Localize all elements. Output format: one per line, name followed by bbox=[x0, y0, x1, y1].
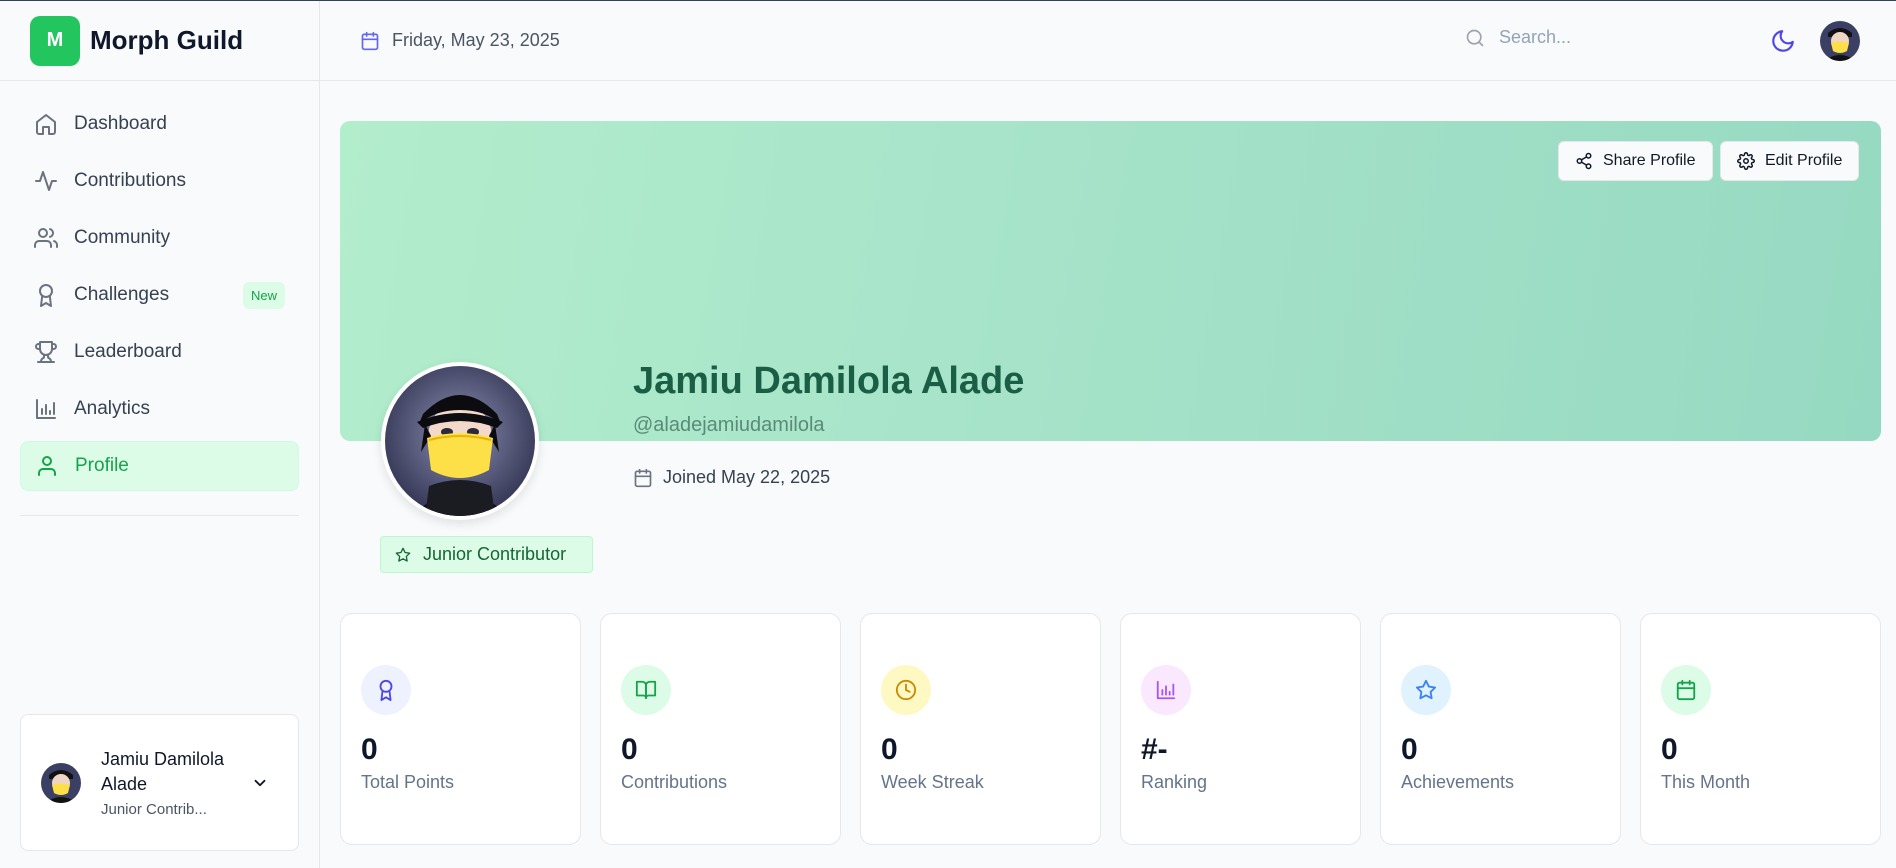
clock-icon bbox=[881, 665, 931, 715]
sidebar-item-label: Contributions bbox=[74, 170, 186, 191]
search-input[interactable] bbox=[1499, 27, 1739, 48]
user-menu[interactable]: Jamiu Damilola Alade Junior Contrib... bbox=[20, 714, 299, 851]
sidebar-item-label: Challenges bbox=[74, 284, 170, 305]
star-icon bbox=[395, 547, 411, 563]
stat-label: Ranking bbox=[1141, 772, 1208, 792]
sidebar-item-challenges[interactable]: Challenges New bbox=[20, 270, 299, 320]
users-icon bbox=[34, 226, 58, 250]
stat-label: This Month bbox=[1661, 772, 1751, 792]
brand[interactable]: M Morph Guild bbox=[0, 1, 319, 81]
share-profile-label: Share Profile bbox=[1603, 152, 1696, 169]
stat-label: Total Points bbox=[361, 772, 455, 792]
trophy-icon bbox=[34, 340, 58, 364]
share-icon bbox=[1575, 152, 1593, 170]
chevron-down-icon[interactable] bbox=[251, 774, 269, 792]
sidebar-item-label: Leaderboard bbox=[74, 341, 182, 362]
calendar-icon bbox=[633, 468, 653, 488]
activity-icon bbox=[34, 169, 58, 193]
calendar-icon bbox=[1661, 665, 1711, 715]
sidebar-nav: Dashboard Contributions Community Challe… bbox=[0, 81, 319, 491]
stat-card-contributions: 0 Contributions bbox=[600, 613, 841, 845]
rank-label: Junior Contributor bbox=[423, 544, 567, 564]
edit-profile-label: Edit Profile bbox=[1765, 152, 1843, 169]
sidebar-item-analytics[interactable]: Analytics bbox=[20, 384, 299, 434]
header-avatar[interactable] bbox=[1820, 21, 1860, 61]
date-text: Friday, May 23, 2025 bbox=[392, 30, 560, 50]
stat-card-ranking: #- Ranking bbox=[1120, 613, 1361, 845]
sidebar-item-contributions[interactable]: Contributions bbox=[20, 156, 299, 206]
avatar bbox=[41, 762, 81, 803]
stats-row: 0 Total Points 0 Contributions 0 Week St… bbox=[340, 613, 1881, 845]
sidebar-item-label: Analytics bbox=[74, 398, 151, 419]
user-icon bbox=[35, 454, 59, 478]
stat-card-total-points: 0 Total Points bbox=[340, 613, 581, 845]
share-profile-button[interactable]: Share Profile bbox=[1558, 141, 1713, 181]
sidebar: M Morph Guild Dashboard Contributions Co… bbox=[0, 1, 320, 868]
profile-handle: @aladejamiudamilola bbox=[633, 414, 825, 436]
sidebar-divider bbox=[20, 515, 299, 516]
sidebar-item-label: Dashboard bbox=[74, 113, 167, 134]
profile-banner: Share Profile Edit Profile bbox=[340, 121, 1881, 441]
profile-name: Jamiu Damilola Alade bbox=[633, 360, 1025, 402]
search-icon bbox=[1465, 28, 1485, 48]
profile-avatar[interactable] bbox=[381, 362, 539, 520]
top-header: Friday, May 23, 2025 bbox=[320, 1, 1896, 81]
stat-label: Contributions bbox=[621, 772, 728, 792]
star-icon bbox=[1401, 665, 1451, 715]
search-box[interactable] bbox=[1465, 27, 1739, 48]
joined-text: Joined May 22, 2025 bbox=[663, 467, 831, 487]
bar-chart-icon bbox=[1141, 665, 1191, 715]
book-open-icon bbox=[621, 665, 671, 715]
sidebar-item-leaderboard[interactable]: Leaderboard bbox=[20, 327, 299, 377]
stat-card-week-streak: 0 Week Streak bbox=[860, 613, 1101, 845]
sidebar-item-community[interactable]: Community bbox=[20, 213, 299, 263]
award-icon bbox=[361, 665, 411, 715]
user-name: Jamiu Damilola Alade bbox=[101, 749, 225, 794]
user-role: Junior Contrib... bbox=[101, 801, 207, 818]
stat-value: 0 bbox=[1401, 733, 1418, 766]
sidebar-item-label: Community bbox=[74, 227, 171, 248]
stat-label: Achievements bbox=[1401, 772, 1515, 792]
home-icon bbox=[34, 112, 58, 136]
award-icon bbox=[34, 283, 58, 307]
stat-value: 0 bbox=[881, 733, 898, 766]
stat-card-this-month: 0 This Month bbox=[1640, 613, 1881, 845]
stat-card-achievements: 0 Achievements bbox=[1380, 613, 1621, 845]
new-badge: New bbox=[242, 282, 285, 309]
moon-icon[interactable] bbox=[1770, 28, 1796, 54]
sidebar-item-dashboard[interactable]: Dashboard bbox=[20, 99, 299, 149]
rank-badge: Junior Contributor bbox=[380, 536, 593, 573]
stat-value: 0 bbox=[1661, 733, 1678, 766]
gear-icon bbox=[1737, 152, 1755, 170]
stat-value: 0 bbox=[621, 733, 638, 766]
stat-label: Week Streak bbox=[881, 772, 984, 792]
brand-logo: M bbox=[30, 15, 80, 66]
joined-date: Joined May 22, 2025 bbox=[633, 467, 830, 488]
stat-value: 0 bbox=[361, 733, 378, 766]
sidebar-item-label: Profile bbox=[75, 455, 129, 476]
stat-value: #- bbox=[1141, 733, 1168, 766]
bar-chart-icon bbox=[34, 397, 58, 421]
brand-name: Morph Guild bbox=[90, 25, 244, 55]
edit-profile-button[interactable]: Edit Profile bbox=[1720, 141, 1860, 181]
calendar-icon bbox=[360, 31, 380, 51]
sidebar-item-profile[interactable]: Profile bbox=[20, 441, 299, 491]
current-date: Friday, May 23, 2025 bbox=[360, 30, 560, 51]
